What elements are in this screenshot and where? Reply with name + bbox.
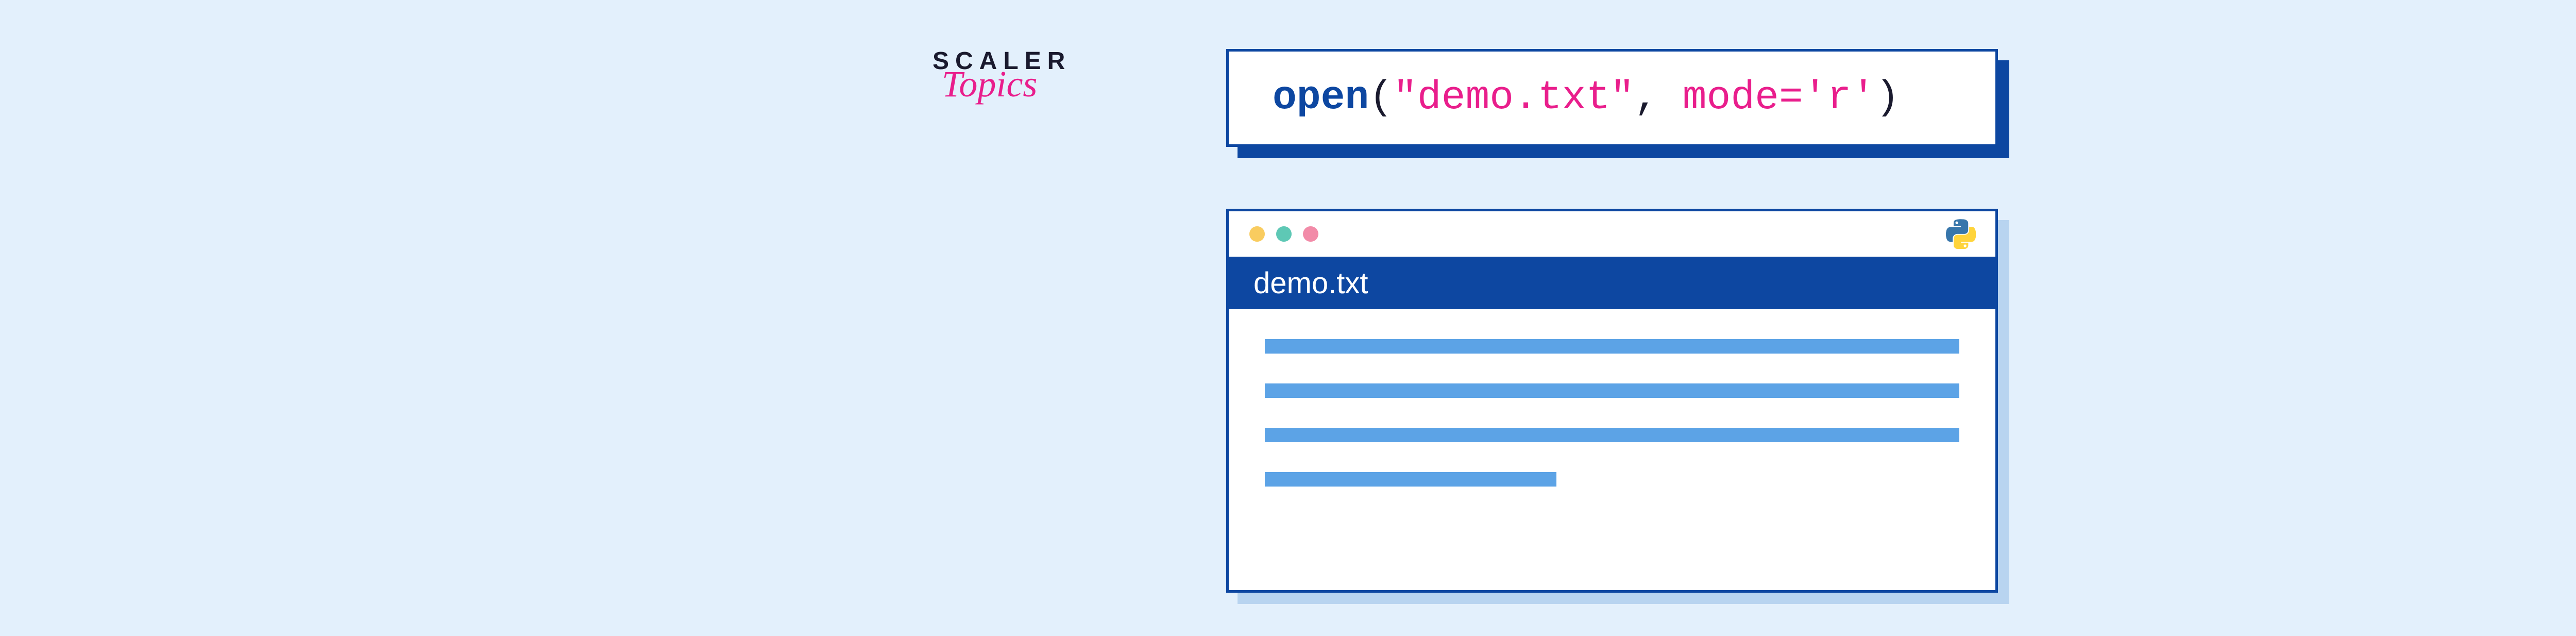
content-line (1265, 339, 1959, 354)
file-window: demo.txt (1226, 209, 1998, 593)
scaler-topics-logo: SCALER Topics (933, 49, 1108, 97)
content-line (1265, 472, 1556, 487)
traffic-light-pink-icon (1303, 226, 1318, 242)
filename-text: demo.txt (1253, 266, 1368, 300)
diagram-canvas: SCALER Topics open("demo.txt", mode='r') (0, 0, 2576, 636)
python-logo-icon (1946, 219, 1976, 249)
content-line (1265, 428, 1959, 442)
traffic-light-green-icon (1276, 226, 1292, 242)
window-titlebar (1229, 211, 1995, 257)
code-mode-argument: mode='r' (1683, 75, 1875, 121)
file-window-container: demo.txt (1226, 209, 1998, 593)
code-function-name: open (1273, 75, 1369, 121)
file-content-area (1229, 309, 1995, 546)
code-snippet-container: open("demo.txt", mode='r') (1226, 49, 1998, 147)
code-close-paren: ) (1875, 75, 1900, 121)
content-line (1265, 383, 1959, 398)
code-string-literal: "demo.txt" (1393, 75, 1634, 121)
traffic-light-yellow-icon (1249, 226, 1265, 242)
code-separator: , (1634, 75, 1683, 121)
filename-bar: demo.txt (1229, 257, 1995, 309)
code-open-paren: ( (1369, 75, 1393, 121)
code-snippet: open("demo.txt", mode='r') (1226, 49, 1998, 147)
logo-text-topics: Topics (942, 71, 1108, 97)
window-traffic-lights (1249, 226, 1318, 242)
